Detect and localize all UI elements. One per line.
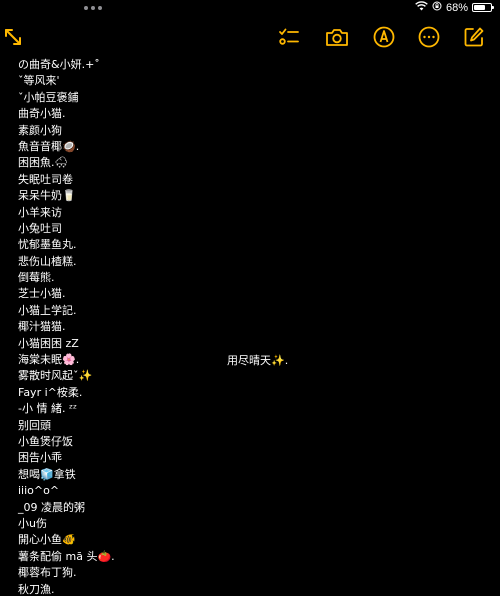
note-line: 小兔吐司 (18, 221, 62, 235)
battery-icon (472, 3, 494, 12)
markup-pen-icon[interactable] (371, 24, 397, 50)
status-indicators: 68% (415, 1, 494, 14)
collapse-icon[interactable] (0, 24, 26, 50)
note-line: 芝士小猫. (18, 287, 66, 301)
note-line: ˇ等风来' (18, 74, 60, 88)
note-line: 椰汁猫猫. (18, 320, 66, 334)
wifi-icon (415, 1, 428, 14)
compose-icon[interactable] (461, 24, 487, 50)
note-line: 開心小鱼🐠 (18, 533, 76, 547)
multitasking-dots[interactable] (84, 6, 102, 10)
note-line: 悲伤山楂糕. (18, 254, 77, 268)
note-line: 小猫困困 zZ (18, 336, 79, 350)
note-line: 小猫上学記. (18, 303, 77, 317)
note-line: 雾散时风起ˇ✨ (18, 369, 93, 383)
note-line: 小鱼煲仔饭 (18, 434, 73, 448)
note-line: 别回頭 (18, 418, 51, 432)
note-line: _09 凌晨的粥 (18, 500, 85, 514)
note-line: 失眠吐司卷 (18, 172, 73, 186)
note-line: -小 情 緒. ᶻᶻ (18, 402, 78, 416)
note-line: 忧郁墨鱼丸. (18, 238, 77, 252)
note-line: 倒莓熊. (18, 271, 55, 285)
note-line: 薯条配偷 mā 头🍅. (18, 549, 115, 563)
more-icon[interactable] (416, 24, 442, 50)
note-line: 小羊来访 (18, 205, 62, 219)
note-line: 魚音音椰🥥. (18, 139, 80, 153)
camera-icon[interactable] (324, 24, 350, 50)
note-line: の曲奇&小妍.+˚ (18, 58, 100, 71)
note-line: 困告小乖 (18, 451, 62, 465)
note-line: iiio^o^ (18, 484, 60, 498)
lock-rotation-icon (432, 1, 442, 14)
note-line: 海棠未眠🌸. (18, 353, 80, 367)
note-line: 秋刀漁. (18, 582, 55, 596)
note-line: 小u伤 (18, 516, 47, 530)
status-bar: 68% (0, 0, 500, 18)
note-line: ˇ小帕豆褒鋪 (18, 90, 79, 104)
note-line: 曲奇小猫. (18, 107, 66, 121)
note-line: 素颜小狗 (18, 123, 62, 137)
note-line: 椰蓉布丁狗. (18, 566, 77, 580)
note-line: 困困魚.🌨 (18, 156, 69, 170)
checklist-icon[interactable] (276, 24, 302, 50)
note-line: 想喝🧊拿铁 (18, 467, 76, 481)
toolbar (0, 20, 500, 52)
battery-percent: 68% (445, 1, 468, 14)
note-line: 呆呆牛奶🥛 (18, 189, 76, 203)
note-line: Fayr i^桉柔. (18, 385, 83, 399)
note-body[interactable]: の曲奇&小妍.+˚ ˇ等风来' ˇ小帕豆褒鋪 曲奇小猫. 素颜小狗魚音音椰🥥. 困困魚.🌨… (18, 57, 218, 596)
note-side-text: 用尽晴天✨. (227, 354, 289, 367)
